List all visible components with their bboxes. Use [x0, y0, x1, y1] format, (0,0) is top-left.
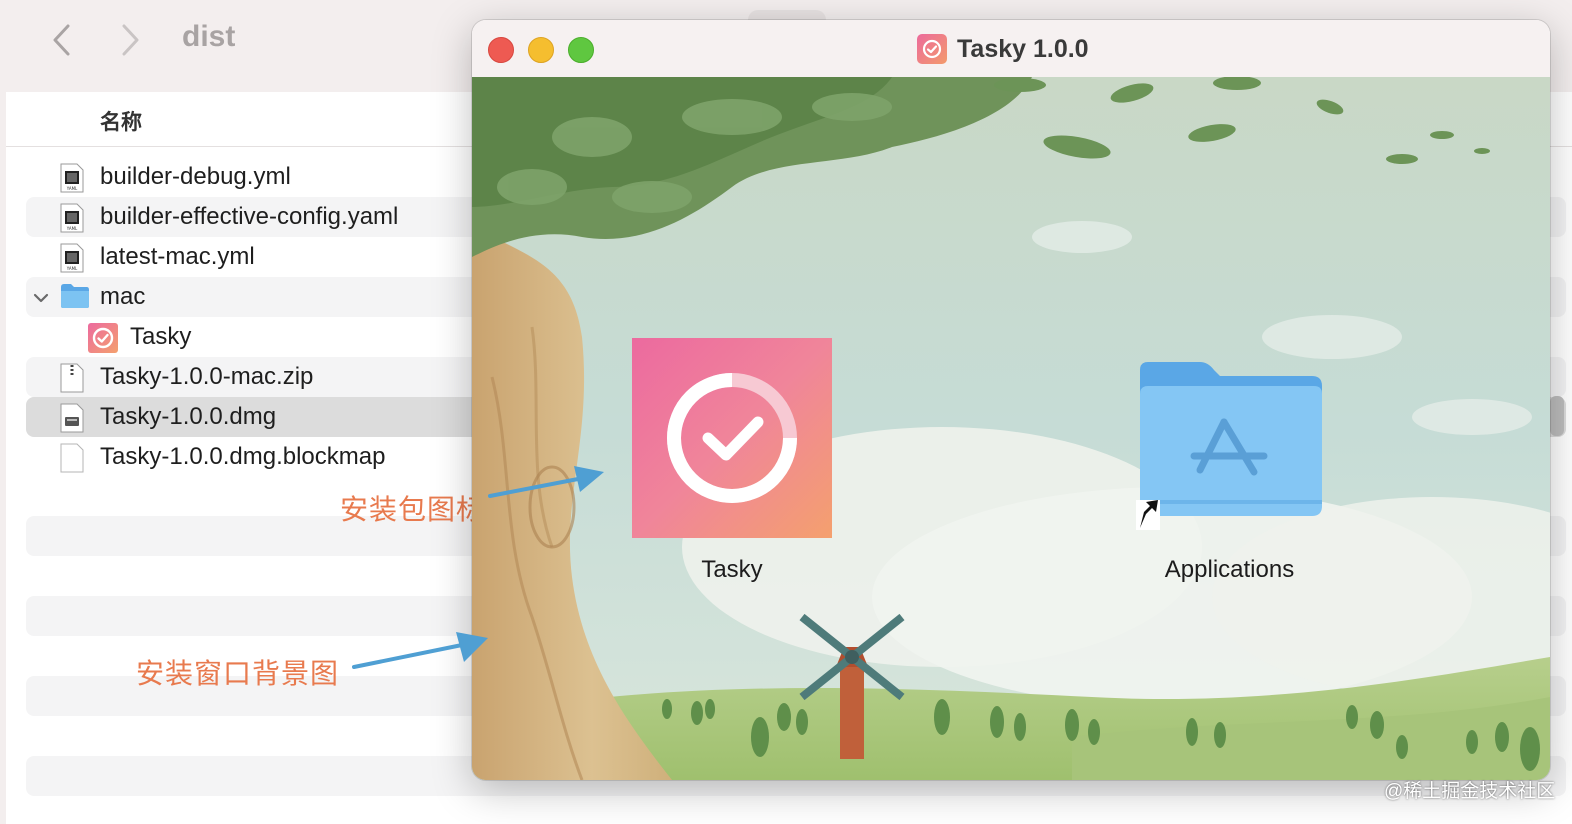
dmg-title-group: Tasky 1.0.0 [917, 32, 1089, 66]
disk-image-icon [60, 403, 86, 433]
svg-text:YAML: YAML [66, 226, 78, 231]
scrollbar-thumb[interactable] [1550, 396, 1564, 436]
applications-folder-alias[interactable] [1136, 360, 1326, 530]
alias-arrow-icon [1136, 500, 1160, 530]
maximize-window-button[interactable] [568, 37, 594, 63]
check-circle-icon [922, 39, 942, 59]
svg-text:YAML: YAML [66, 266, 78, 271]
dmg-titlebar: Tasky 1.0.0 [472, 20, 1550, 78]
disclosure-chevron-icon[interactable] [32, 289, 50, 307]
file-name: mac [100, 283, 146, 310]
file-name: Tasky [130, 323, 192, 350]
yaml-file-icon: YAML [60, 243, 86, 273]
close-window-button[interactable] [488, 37, 514, 63]
file-name: Tasky-1.0.0-mac.zip [100, 363, 314, 390]
zip-file-icon [60, 363, 86, 393]
applications-label: Applications [1164, 556, 1295, 583]
forward-button[interactable] [112, 20, 148, 60]
chevron-left-icon [53, 24, 70, 56]
sidebar-edge [0, 92, 6, 824]
column-header-name: 名称 [100, 111, 142, 134]
annotation-background-label: 安装窗口背景图 [136, 658, 340, 689]
app-icon [88, 323, 118, 353]
minimize-window-button[interactable] [528, 37, 554, 63]
annotation-icon-label: 安装包图标 [340, 494, 486, 525]
tasky-app-drag-icon[interactable] [632, 338, 832, 538]
file-name: Tasky-1.0.0.dmg [100, 403, 277, 430]
file-name: builder-effective-config.yaml [100, 203, 399, 230]
back-button[interactable] [44, 20, 80, 60]
svg-text:YAML: YAML [66, 186, 78, 191]
chevron-right-icon [122, 24, 139, 56]
check-circle-icon [667, 373, 797, 503]
file-name: Tasky-1.0.0.dmg.blockmap [100, 443, 386, 470]
tasky-app-icon [917, 34, 947, 64]
file-name: builder-debug.yml [100, 163, 291, 190]
dmg-window-title: Tasky 1.0.0 [957, 34, 1089, 63]
tasky-app-label: Tasky [701, 556, 763, 583]
file-name: latest-mac.yml [100, 243, 255, 270]
yaml-file-icon: YAML [60, 163, 86, 193]
document-icon [60, 443, 86, 473]
folder-icon [60, 283, 89, 313]
window-title: dist [182, 20, 236, 53]
dmg-installer-window: Tasky 1.0.0 Tasky Applications [472, 20, 1550, 780]
yaml-file-icon: YAML [60, 203, 86, 233]
applications-folder-icon [1136, 362, 1322, 530]
watermark: @稀土掘金技术社区 [1384, 781, 1556, 802]
